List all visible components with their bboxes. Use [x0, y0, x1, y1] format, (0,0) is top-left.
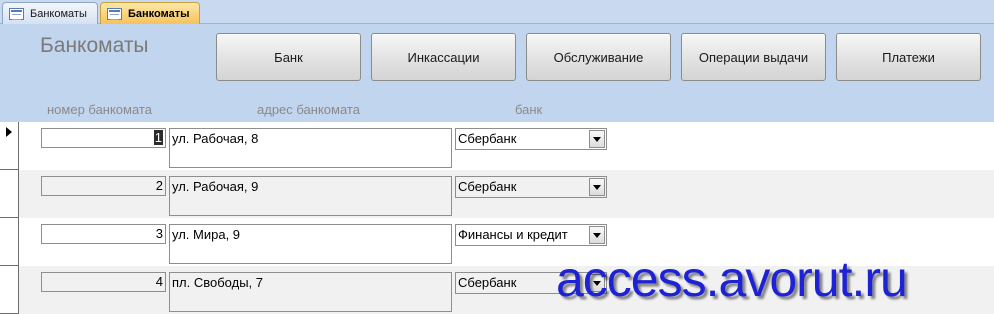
atm-number-field[interactable]: 1 — [41, 128, 166, 148]
record-selector[interactable] — [0, 266, 19, 314]
column-label-address: адрес банкомата — [257, 102, 360, 117]
atm-number-field[interactable]: 3 — [41, 224, 166, 244]
atm-number-field[interactable]: 2 — [41, 176, 166, 196]
tab-bankomaty-2[interactable]: Банкоматы — [100, 2, 200, 24]
service-button[interactable]: Обслуживание — [526, 33, 671, 81]
form-icon — [107, 7, 122, 20]
form-title: Банкоматы — [40, 34, 149, 57]
bank-combo[interactable]: Сбербанк — [455, 176, 607, 198]
dropdown-arrow-icon[interactable] — [589, 226, 605, 244]
tab-label: Банкоматы — [128, 7, 190, 20]
atm-address-field[interactable]: пл. Свободы, 7 — [169, 272, 452, 312]
bank-combo-value: Сбербанк — [458, 179, 517, 194]
record-selector[interactable] — [0, 170, 19, 218]
bank-combo[interactable]: Финансы и кредит — [455, 224, 607, 246]
dropdown-arrow-icon[interactable] — [589, 178, 605, 196]
withdrawal-operations-button[interactable]: Операции выдачи — [681, 33, 826, 81]
bank-combo-value: Сбербанк — [458, 131, 517, 146]
record-row: 1 ул. Рабочая, 8 Сбербанк — [0, 122, 994, 170]
bank-combo-value: Сбербанк — [458, 275, 517, 290]
record-row: 2 ул. Рабочая, 9 Сбербанк — [0, 170, 994, 218]
atm-address-field[interactable]: ул. Рабочая, 9 — [169, 176, 452, 216]
atm-number-field[interactable]: 4 — [41, 272, 166, 292]
bank-combo-value: Финансы и кредит — [458, 227, 568, 242]
form-header: Банкоматы Банк Инкассации Обслуживание О… — [0, 24, 994, 122]
column-label-number: номер банкомата — [47, 102, 152, 117]
tab-bankomaty-1[interactable]: Банкоматы — [2, 2, 98, 24]
collections-button[interactable]: Инкассации — [371, 33, 516, 81]
atm-number-value: 1 — [153, 130, 163, 145]
site-watermark: access.avorut.ru — [556, 251, 908, 307]
record-selector[interactable] — [0, 218, 19, 266]
atm-address-field[interactable]: ул. Мира, 9 — [169, 224, 452, 264]
dropdown-arrow-icon[interactable] — [589, 130, 605, 148]
column-label-bank: банк — [515, 102, 543, 117]
document-tab-strip: Банкоматы Банкоматы — [0, 0, 994, 24]
payments-button[interactable]: Платежи — [836, 33, 981, 81]
form-icon — [9, 7, 24, 20]
atm-address-field[interactable]: ул. Рабочая, 8 — [169, 128, 452, 168]
tab-label: Банкоматы — [30, 7, 87, 20]
record-selector[interactable] — [0, 122, 19, 170]
current-record-arrow-icon — [6, 127, 12, 137]
bank-button[interactable]: Банк — [216, 33, 361, 81]
bank-combo[interactable]: Сбербанк — [455, 128, 607, 150]
